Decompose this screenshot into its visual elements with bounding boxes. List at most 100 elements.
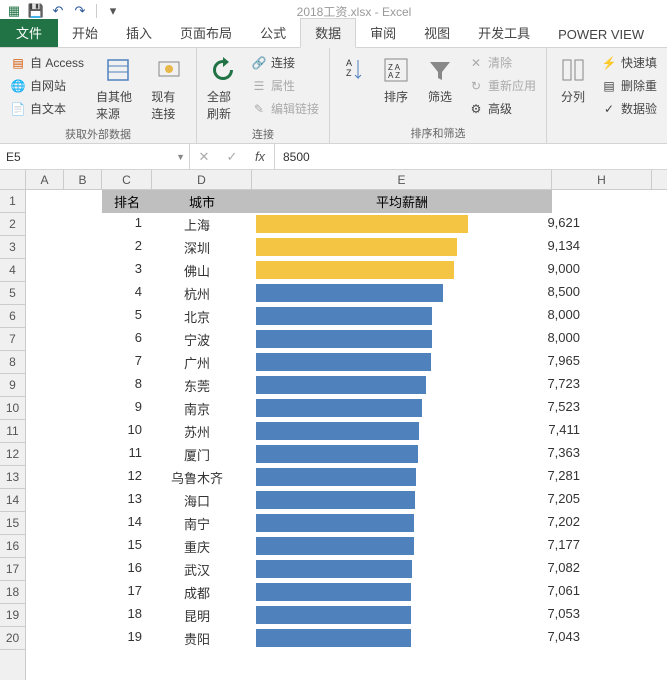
cell-value[interactable]: 7,411 <box>506 422 586 437</box>
row-header-15[interactable]: 15 <box>0 512 25 535</box>
row-header-13[interactable]: 13 <box>0 466 25 489</box>
cell-city[interactable]: 南京 <box>152 399 242 418</box>
data-validation-button[interactable]: ✓数据验 <box>597 98 661 119</box>
cell-rank[interactable]: 7 <box>102 353 152 368</box>
row-header-20[interactable]: 20 <box>0 627 25 650</box>
row-header-6[interactable]: 6 <box>0 305 25 328</box>
tab-file[interactable]: 文件 <box>0 19 58 47</box>
edit-links-button[interactable]: ✎编辑链接 <box>247 98 323 119</box>
row-header-9[interactable]: 9 <box>0 374 25 397</box>
tab-page-layout[interactable]: 页面布局 <box>166 19 246 47</box>
formula-value[interactable]: 8500 <box>275 144 667 169</box>
cell-city[interactable]: 重庆 <box>152 537 242 556</box>
tab-review[interactable]: 审阅 <box>356 19 410 47</box>
cell-rank[interactable]: 5 <box>102 307 152 322</box>
header-city[interactable]: 城市 <box>152 190 252 213</box>
undo-icon[interactable]: ↶ <box>50 3 66 19</box>
header-rank[interactable]: 排名 <box>102 190 152 213</box>
row-header-10[interactable]: 10 <box>0 397 25 420</box>
cell-rank[interactable]: 8 <box>102 376 152 391</box>
cell-value[interactable]: 7,061 <box>506 583 586 598</box>
tab-insert[interactable]: 插入 <box>112 19 166 47</box>
table-row[interactable]: 14南宁 7,202 <box>26 512 667 535</box>
cell-value[interactable]: 8,500 <box>506 284 586 299</box>
cell-city[interactable]: 深圳 <box>152 238 242 257</box>
cell-rank[interactable]: 13 <box>102 491 152 506</box>
table-row[interactable]: 11厦门7,363 <box>26 443 667 466</box>
table-row[interactable]: 2深圳9,134 <box>26 236 667 259</box>
table-row[interactable]: 4杭州8,500 <box>26 282 667 305</box>
cell-value[interactable]: 8,000 <box>506 330 586 345</box>
cell-rank[interactable]: 12 <box>102 468 152 483</box>
cell-value[interactable]: 9,621 <box>506 215 586 230</box>
col-header-A[interactable]: A <box>26 170 64 189</box>
cell-city[interactable]: 南宁 <box>152 514 242 533</box>
tab-power-view[interactable]: POWER VIEW <box>544 23 658 47</box>
flash-fill-button[interactable]: ⚡快速填 <box>597 52 661 73</box>
tab-data[interactable]: 数据 <box>300 18 356 48</box>
cell-rank[interactable]: 2 <box>102 238 152 253</box>
row-header-8[interactable]: 8 <box>0 351 25 374</box>
cell-value[interactable]: 9,000 <box>506 261 586 276</box>
cell-value[interactable]: 7,082 <box>506 560 586 575</box>
table-row[interactable]: 8东莞7,723 <box>26 374 667 397</box>
cell-value[interactable]: 7,205 <box>506 491 586 506</box>
redo-icon[interactable]: ↷ <box>72 3 88 19</box>
select-all-corner[interactable] <box>0 170 26 190</box>
cell-rank[interactable]: 14 <box>102 514 152 529</box>
save-icon[interactable]: 💾 <box>28 3 44 19</box>
cell-value[interactable]: 7,053 <box>506 606 586 621</box>
cell-city[interactable]: 昆明 <box>152 606 242 625</box>
table-row[interactable]: 5北京8,000 <box>26 305 667 328</box>
cell-rank[interactable]: 3 <box>102 261 152 276</box>
properties-button[interactable]: ☰属性 <box>247 75 323 96</box>
row-header-12[interactable]: 12 <box>0 443 25 466</box>
cell-city[interactable]: 成都 <box>152 583 242 602</box>
from-other-sources-button[interactable]: 自其他来源 <box>92 52 143 124</box>
tab-formula[interactable]: 公式 <box>246 19 300 47</box>
from-web-button[interactable]: 🌐自网站 <box>6 75 88 96</box>
existing-connections-button[interactable]: 现有连接 <box>147 52 190 124</box>
row-header-14[interactable]: 14 <box>0 489 25 512</box>
cell-value[interactable]: 7,281 <box>506 468 586 483</box>
cell-rank[interactable]: 4 <box>102 284 152 299</box>
clear-button[interactable]: ✕清除 <box>464 52 540 73</box>
row-header-2[interactable]: 2 <box>0 213 25 236</box>
table-row[interactable]: 19贵阳7,043 <box>26 627 667 650</box>
table-row[interactable]: 9南京 7,523 <box>26 397 667 420</box>
row-header-11[interactable]: 11 <box>0 420 25 443</box>
cell-value[interactable]: 7,363 <box>506 445 586 460</box>
table-row[interactable]: 16武汉7,082 <box>26 558 667 581</box>
name-box-dropdown-icon[interactable]: ▼ <box>176 152 185 162</box>
row-header-1[interactable]: 1 <box>0 190 25 213</box>
col-header-H[interactable]: H <box>552 170 652 189</box>
enter-icon[interactable]: ✓ <box>218 149 246 165</box>
cell-rank[interactable]: 9 <box>102 399 152 414</box>
remove-duplicates-button[interactable]: ▤删除重 <box>597 75 661 96</box>
row-header-3[interactable]: 3 <box>0 236 25 259</box>
table-row[interactable]: 12乌鲁木齐7,281 <box>26 466 667 489</box>
fx-icon[interactable]: fx <box>246 149 274 164</box>
cell-city[interactable]: 苏州 <box>152 422 242 441</box>
cell-value[interactable]: 7,523 <box>506 399 586 414</box>
cancel-icon[interactable]: ✕ <box>190 149 218 165</box>
cell-city[interactable]: 北京 <box>152 307 242 326</box>
row-header-18[interactable]: 18 <box>0 581 25 604</box>
cell-rank[interactable]: 16 <box>102 560 152 575</box>
sort-az-button[interactable]: AZ <box>336 52 372 88</box>
cell-rank[interactable]: 1 <box>102 215 152 230</box>
row-header-7[interactable]: 7 <box>0 328 25 351</box>
cell-rank[interactable]: 18 <box>102 606 152 621</box>
cell-value[interactable]: 7,202 <box>506 514 586 529</box>
cell-rank[interactable]: 6 <box>102 330 152 345</box>
table-row[interactable]: 1上海9,621 <box>26 213 667 236</box>
cell-city[interactable]: 佛山 <box>152 261 242 280</box>
cell-city[interactable]: 广州 <box>152 353 242 372</box>
row-header-4[interactable]: 4 <box>0 259 25 282</box>
cell-city[interactable]: 厦门 <box>152 445 242 464</box>
table-row[interactable]: 13海口7,205 <box>26 489 667 512</box>
table-row[interactable]: 3佛山 9,000 <box>26 259 667 282</box>
text-to-columns-button[interactable]: 分列 <box>553 52 593 107</box>
cell-value[interactable]: 7,043 <box>506 629 586 644</box>
cells-area[interactable]: 排名 城市 平均薪酬 1上海9,6212深圳9,1343佛山9,0004杭州8,… <box>26 190 667 680</box>
